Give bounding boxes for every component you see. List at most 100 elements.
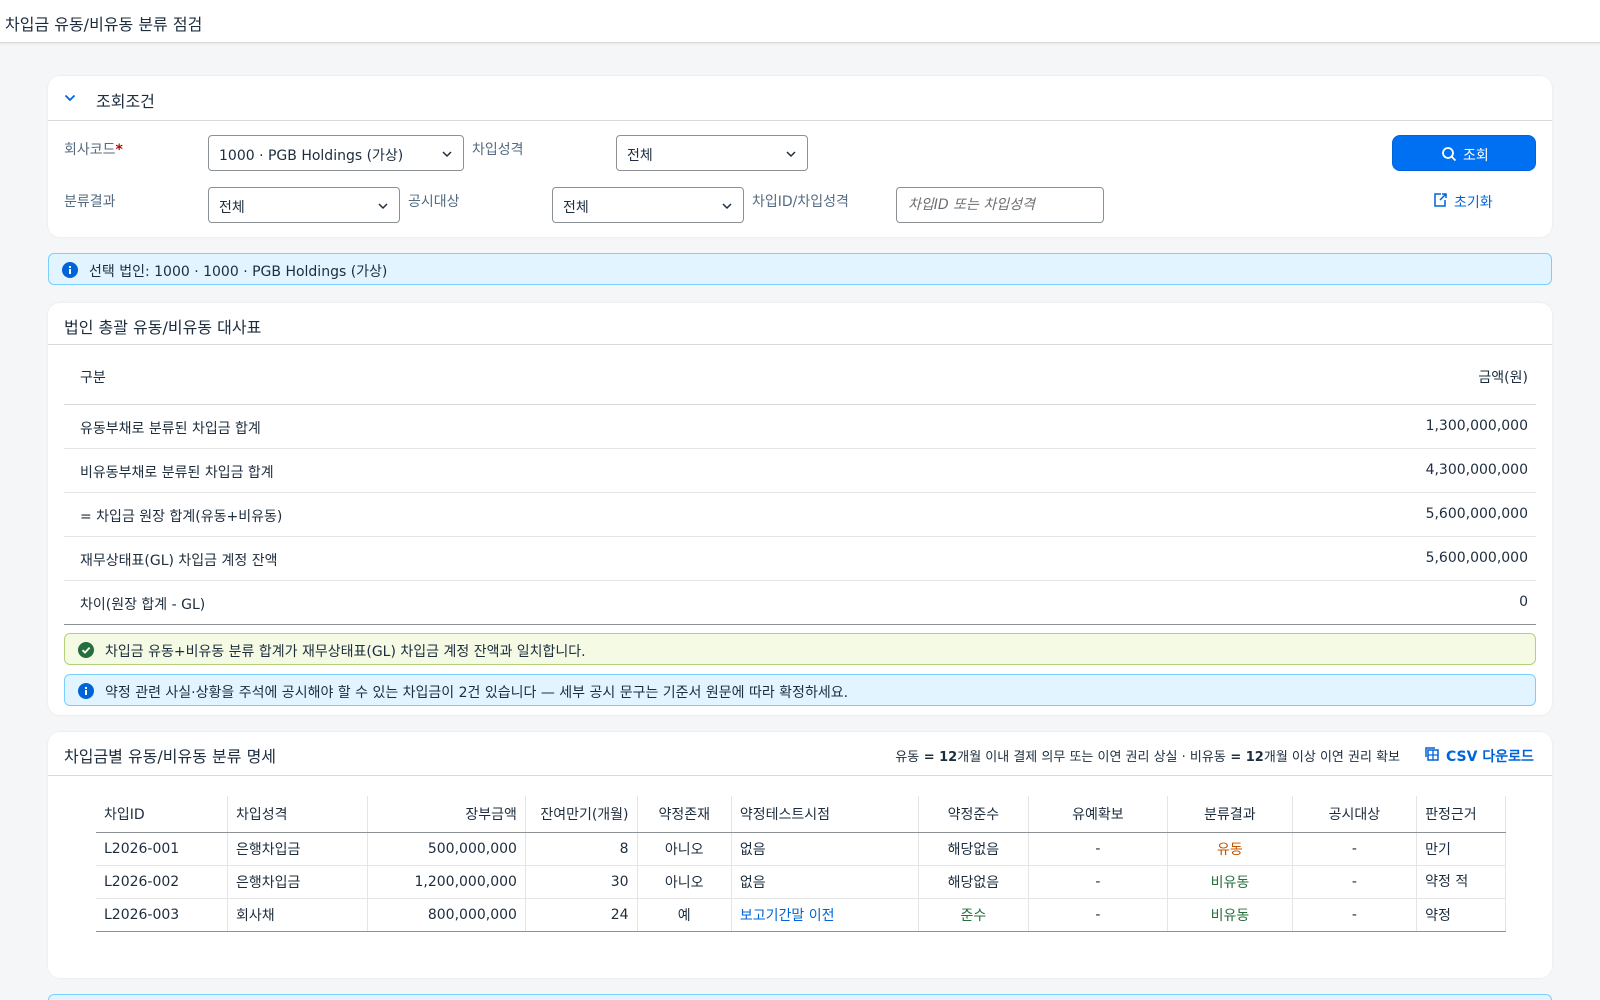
detail-table-scroll[interactable]: 차입ID 차입성격 장부금액 잔여만기(개월) 약정존재 약정테스트시점 약정준…	[96, 796, 1506, 950]
column-header-covenant-test-timing[interactable]: 약정테스트시점	[731, 796, 920, 833]
next-section-strip	[48, 994, 1552, 1000]
cell-covenant-exists: 아니오	[637, 832, 732, 866]
summary-row: 비유동부채로 분류된 차입금 합계 4,300,000,000	[64, 449, 1536, 493]
cell-covenant-compliance: 해당없음	[918, 832, 1029, 866]
summary-panel-title: 법인 총괄 유동/비유동 대사표	[64, 318, 262, 337]
detail-panel: 차입금별 유동/비유동 분류 명세 유동 = 12개월 이내 결제 의무 또는 …	[48, 732, 1552, 978]
cell-borrow-type: 회사채	[227, 898, 369, 932]
info-icon	[62, 262, 78, 278]
table-row[interactable]: L2026-003 회사채 800,000,000 24 예 보고기간말 이전 …	[96, 898, 1506, 932]
cell-disclosure: -	[1292, 832, 1418, 866]
selected-entity-strip: 선택 법인: 1000 · 1000 · PGB Holdings (가상)	[48, 253, 1552, 285]
column-header-book-amount[interactable]: 장부금액	[367, 796, 526, 833]
classification-select[interactable]: 전체	[208, 187, 400, 223]
column-header-grace-secured[interactable]: 유예확보	[1028, 796, 1169, 833]
info-icon	[78, 683, 94, 699]
classification-label: 분류결과	[64, 194, 116, 210]
summary-row-label: 재무상태표(GL) 차입금 계정 잔액	[80, 553, 278, 569]
cell-classification: 비유동	[1167, 898, 1293, 932]
filter-panel-header[interactable]: 조회조건	[48, 76, 1552, 121]
selected-entity-text: 선택 법인: 1000 · 1000 · PGB Holdings (가상)	[89, 264, 388, 280]
app-title: 차입금 유동/비유동 분류 점검	[5, 15, 203, 34]
cell-covenant-compliance: 준수	[918, 898, 1029, 932]
summary-row-label: = 차입금 원장 합계(유동+비유동)	[80, 509, 283, 525]
summary-panel: 법인 총괄 유동/비유동 대사표 구분 금액(원) 유동부채로 분류된 차입금 …	[48, 303, 1552, 715]
spreadsheet-icon	[1425, 747, 1439, 761]
cell-classification: 유동	[1167, 832, 1293, 866]
cell-borrow-type: 은행차입금	[227, 865, 369, 899]
chevron-down-icon	[722, 203, 732, 210]
search-button[interactable]: 조회	[1392, 135, 1536, 171]
disclosure-select[interactable]: 전체	[552, 187, 744, 223]
cell-remaining-maturity: 8	[525, 832, 638, 866]
reconciliation-success-text: 차입금 유동+비유동 분류 합계가 재무상태표(GL) 차입금 계정 잔액과 일…	[105, 644, 586, 660]
table-row[interactable]: L2026-001 은행차입금 500,000,000 8 아니오 없음 해당없…	[96, 832, 1506, 866]
cell-covenant-exists: 예	[637, 898, 732, 932]
search-icon	[1442, 147, 1457, 162]
summary-row: 차이(원장 합계 - GL) 0	[64, 581, 1536, 625]
column-header-borrow-type[interactable]: 차입성격	[227, 796, 369, 833]
cell-classification: 비유동	[1167, 865, 1293, 899]
cell-grace-secured: -	[1028, 865, 1169, 899]
column-header-rationale[interactable]: 판정근거	[1416, 796, 1506, 833]
borrow-type-select[interactable]: 전체	[616, 135, 808, 171]
borrow-type-label: 차입성격	[472, 142, 524, 158]
detail-panel-title: 차입금별 유동/비유동 분류 명세	[64, 747, 277, 766]
column-header-covenant-compliance[interactable]: 약정준수	[918, 796, 1029, 833]
filter-panel-title: 조회조건	[96, 92, 155, 111]
column-header-covenant-exists[interactable]: 약정존재	[637, 796, 732, 833]
column-header-classification[interactable]: 분류결과	[1167, 796, 1293, 833]
summary-row-label: 유동부채로 분류된 차입금 합계	[80, 421, 261, 437]
cell-disclosure: -	[1292, 898, 1418, 932]
cell-covenant-test-timing-link[interactable]: 보고기간말 이전	[731, 898, 920, 932]
covenant-info-text: 약정 관련 사실·상황을 주석에 공시해야 할 수 있는 차입금이 2건 있습니…	[105, 685, 849, 701]
column-header-disclosure[interactable]: 공시대상	[1292, 796, 1418, 833]
summary-row: 유동부채로 분류된 차입금 합계 1,300,000,000	[64, 405, 1536, 449]
summary-row-amount: 0	[1519, 594, 1528, 610]
summary-row-label: 차이(원장 합계 - GL)	[80, 597, 206, 613]
borrow-type-value: 전체	[627, 148, 653, 164]
classification-legend: 유동 = 12개월 이내 결제 의무 또는 이연 권리 상실 · 비유동 = 1…	[895, 750, 1400, 765]
borrow-search-input[interactable]	[897, 188, 1103, 222]
summary-table-header: 구분 금액(원)	[64, 345, 1536, 405]
detail-table: 차입ID 차입성격 장부금액 잔여만기(개월) 약정존재 약정테스트시점 약정준…	[96, 796, 1506, 932]
reconciliation-success-strip: 차입금 유동+비유동 분류 합계가 재무상태표(GL) 차입금 계정 잔액과 일…	[64, 633, 1536, 665]
summary-row-amount: 1,300,000,000	[1425, 418, 1528, 434]
cell-borrow-id: L2026-002	[96, 865, 229, 899]
shell-bar: 차입금 유동/비유동 분류 점검	[0, 0, 1600, 43]
disclosure-value: 전체	[563, 200, 589, 216]
required-mark: *	[115, 142, 123, 158]
cell-covenant-test-timing: 없음	[731, 832, 920, 866]
cell-book-amount: 500,000,000	[367, 832, 526, 866]
summary-table: 구분 금액(원) 유동부채로 분류된 차입금 합계 1,300,000,000 …	[64, 345, 1536, 625]
cell-disclosure: -	[1292, 865, 1418, 899]
cell-rationale: 만기	[1416, 832, 1506, 866]
company-code-select[interactable]: 1000 · PGB Holdings (가상)	[208, 135, 464, 171]
summary-row: = 차입금 원장 합계(유동+비유동) 5,600,000,000	[64, 493, 1536, 537]
cell-rationale: 약정	[1416, 898, 1506, 932]
summary-row-amount: 4,300,000,000	[1425, 462, 1528, 478]
cell-borrow-id: L2026-003	[96, 898, 229, 932]
detail-panel-header: 차입금별 유동/비유동 분류 명세 유동 = 12개월 이내 결제 의무 또는 …	[48, 732, 1552, 776]
summary-row-label: 비유동부채로 분류된 차입금 합계	[80, 465, 274, 481]
cell-covenant-exists: 아니오	[637, 865, 732, 899]
company-code-value: 1000 · PGB Holdings (가상)	[219, 148, 404, 164]
chevron-down-icon	[378, 203, 388, 210]
success-check-icon	[78, 642, 94, 658]
chevron-down-icon[interactable]	[62, 90, 78, 106]
cell-book-amount: 800,000,000	[367, 898, 526, 932]
search-button-label: 조회	[1463, 148, 1489, 164]
chevron-down-icon	[786, 151, 796, 158]
column-header-amount: 금액(원)	[1478, 370, 1528, 386]
classification-value: 전체	[219, 200, 245, 216]
filter-panel: 조회조건 회사코드* 1000 · PGB Holdings (가상) 차입성격…	[48, 76, 1552, 237]
summary-row-amount: 5,600,000,000	[1425, 506, 1528, 522]
borrow-search-label: 차입ID/차입성격	[752, 194, 849, 210]
column-header-remaining-maturity[interactable]: 잔여만기(개월)	[525, 796, 638, 833]
cell-remaining-maturity: 30	[525, 865, 638, 899]
cell-book-amount: 1,200,000,000	[367, 865, 526, 899]
reset-button-label: 초기화	[1454, 195, 1493, 211]
table-row[interactable]: L2026-002 은행차입금 1,200,000,000 30 아니오 없음 …	[96, 865, 1506, 899]
borrow-search-field[interactable]	[896, 187, 1104, 223]
column-header-borrow-id[interactable]: 차입ID	[96, 796, 229, 833]
